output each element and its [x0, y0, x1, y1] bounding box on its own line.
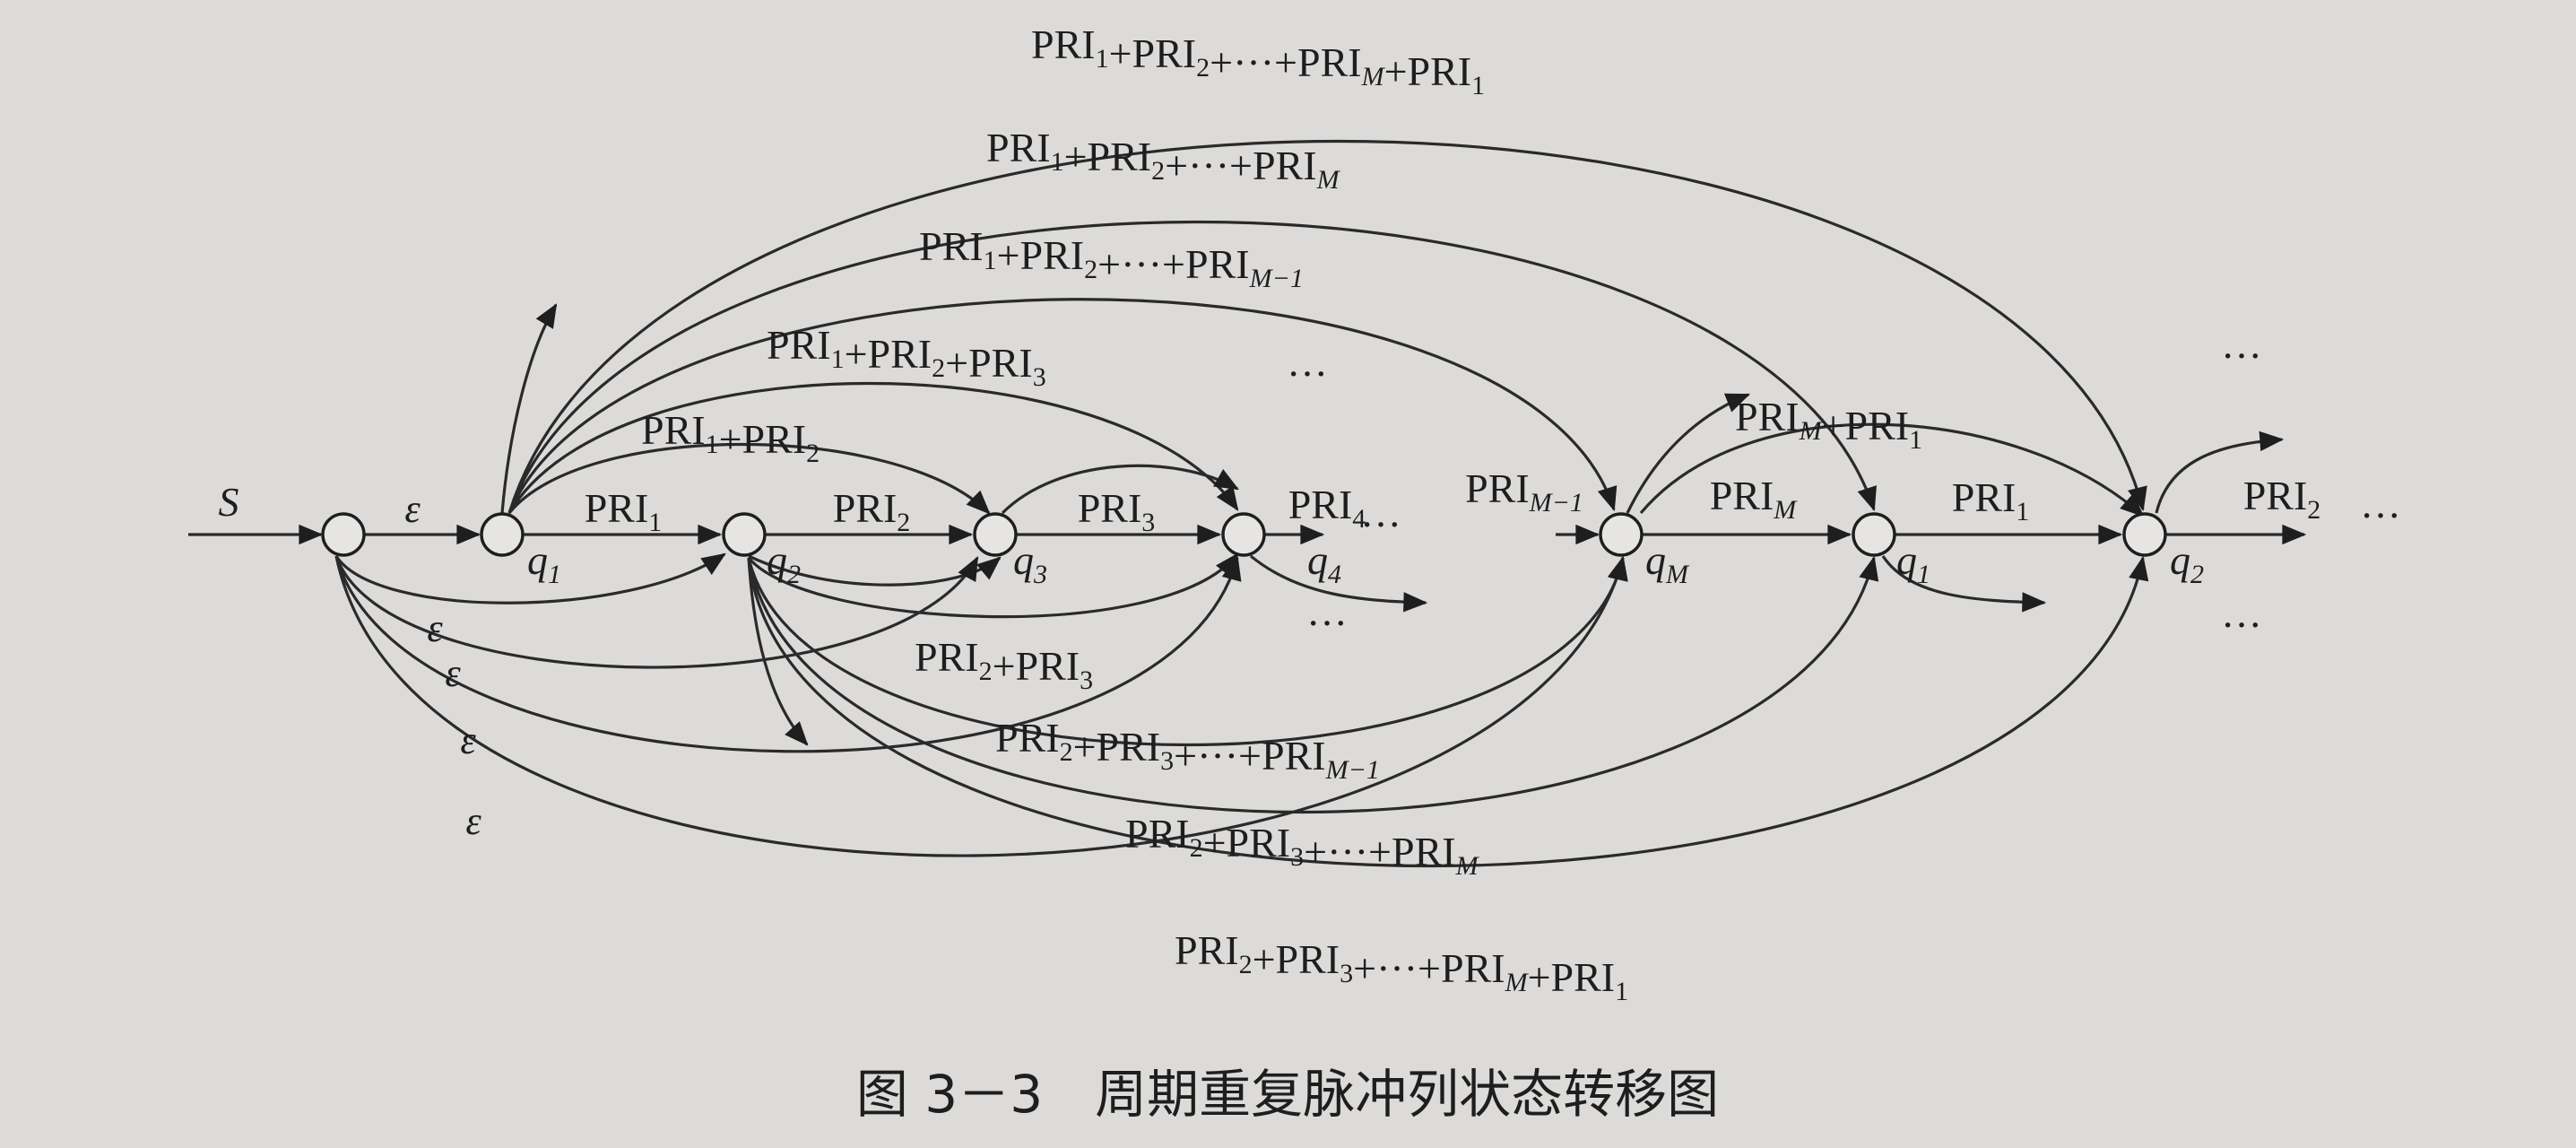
ellipsis-mark: ···: [1287, 351, 1328, 396]
epsilon-label: ε: [465, 799, 481, 843]
edge-label: PRI1+PRI2+PRI3: [767, 322, 1046, 392]
edge-label: PRI1+PRI2: [641, 407, 820, 468]
edge-label: PRI1+PRI2+···+PRIM: [986, 125, 1341, 195]
epsilon-label: ε: [404, 487, 421, 531]
edge-label: PRI1: [1952, 474, 2030, 526]
node-q4: [1221, 512, 1266, 557]
state-label-qM: qM: [1645, 537, 1690, 589]
node-q1: [480, 512, 525, 557]
ellipsis-mark: ···: [2221, 602, 2262, 648]
label-layer: Sε PRI1 PRI2 PRI3 PRI4PRIM−1 PRIM PRI1 PRI2PRI1…: [219, 22, 2401, 1006]
input-label-s: S: [219, 479, 239, 525]
edge-label: PRI3: [1078, 485, 1156, 537]
epsilon-label: ε: [460, 718, 476, 762]
edge-label: PRI2+PRI3+···+PRIM+PRI1: [1175, 927, 1628, 1006]
edge-eps-start-qM: [334, 555, 1627, 857]
state-label-q1b: q1: [1896, 537, 1930, 589]
edge-label: PRI1: [585, 485, 663, 537]
state-label-q1: q1: [527, 537, 561, 589]
figure: Sε PRI1 PRI2 PRI3 PRI4 PRIM−1 PRIM PRI1 PRI2 PRI1…: [0, 0, 2576, 1148]
edge-label: PRI2+PRI3+···+PRIM: [1125, 811, 1480, 881]
ellipsis-mark: ···: [1360, 501, 1401, 547]
node-q2: [722, 512, 767, 557]
edge-label: PRI2+PRI3+···+PRIM−1: [995, 715, 1380, 785]
node-qM: [1599, 512, 1644, 557]
state-label-q2b: q2: [2170, 537, 2204, 589]
node-q3: [973, 512, 1018, 557]
epsilon-label: ε: [427, 606, 443, 650]
node-q2b: [2122, 512, 2167, 557]
ellipsis-mark: ···: [2221, 333, 2262, 378]
edge-q2-q2b: [747, 555, 2149, 867]
edge-label: PRI2: [833, 485, 911, 537]
edge-label: PRIM+PRI1: [1735, 394, 1922, 455]
edge-label: PRIM: [1710, 473, 1799, 525]
state-label-q2: q2: [767, 537, 801, 589]
epsilon-label: ε: [445, 651, 461, 695]
node-q1b: [1852, 512, 1896, 557]
ellipsis-mark: ···: [2360, 492, 2401, 538]
state-transition-diagram: Sε PRI1 PRI2 PRI3 PRI4PRIM−1 PRIM PRI1 PRI2PRI1…: [188, 22, 2401, 1125]
state-label-q3: q3: [1013, 537, 1047, 589]
edge-label: PRI2: [2243, 473, 2321, 525]
edge-label: PRI1+PRI2+···+PRIM+PRI1: [1031, 22, 1485, 100]
edge-label: PRI1+PRI2+···+PRIM−1: [919, 223, 1304, 293]
state-label-q4: q4: [1307, 537, 1341, 589]
node-start: [321, 512, 366, 557]
edge-label: PRI4: [1288, 482, 1366, 534]
edge-label: PRIM−1: [1465, 465, 1583, 517]
figure-caption: 图 3－3 周期重复脉冲列状态转移图: [856, 1064, 1719, 1125]
edge-label: PRI2+PRI3: [915, 634, 1093, 695]
ellipsis-mark: ···: [1306, 600, 1348, 646]
